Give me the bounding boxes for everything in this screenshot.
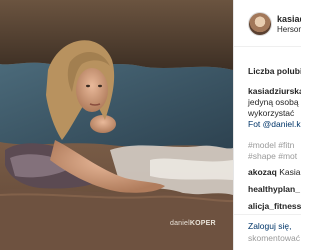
caption-line: jedyną osobą: [248, 97, 299, 107]
login-suffix: skomentować: [248, 233, 300, 243]
login-link[interactable]: Zaloguj się,: [248, 221, 291, 231]
photo-image: [0, 0, 233, 250]
post-side-panel: kasiadziurska Hersonissos Liczba polubie…: [233, 0, 301, 250]
caption-line: wykorzystać: [248, 108, 295, 118]
post-header: kasiadziurska Hersonissos: [234, 0, 301, 47]
hashtag-line[interactable]: #shape #mot: [248, 151, 297, 161]
hashtag-line[interactable]: #model #fitn: [248, 140, 294, 150]
likes-count-label[interactable]: Liczba polubień: [248, 66, 301, 76]
post-photo: danielKOPER: [0, 0, 233, 250]
login-prompt: Zaloguj się, skomentować: [234, 214, 301, 250]
comment-username[interactable]: healthyplan_: [248, 184, 300, 194]
caption-mention-line[interactable]: Fot @daniel.k: [248, 119, 301, 129]
comment-username[interactable]: alicja_fitness: [248, 201, 301, 211]
comment-row: akozaq Kasia: [248, 167, 300, 177]
post-username[interactable]: kasiadziurska: [277, 14, 301, 24]
caption-author[interactable]: kasiadziurska: [248, 86, 301, 96]
avatar[interactable]: [248, 12, 272, 36]
photo-watermark: danielKOPER: [170, 220, 216, 227]
comment-text: Kasia: [279, 167, 301, 177]
post-location[interactable]: Hersonissos: [277, 25, 301, 34]
comment-username[interactable]: akozaq: [248, 167, 277, 177]
